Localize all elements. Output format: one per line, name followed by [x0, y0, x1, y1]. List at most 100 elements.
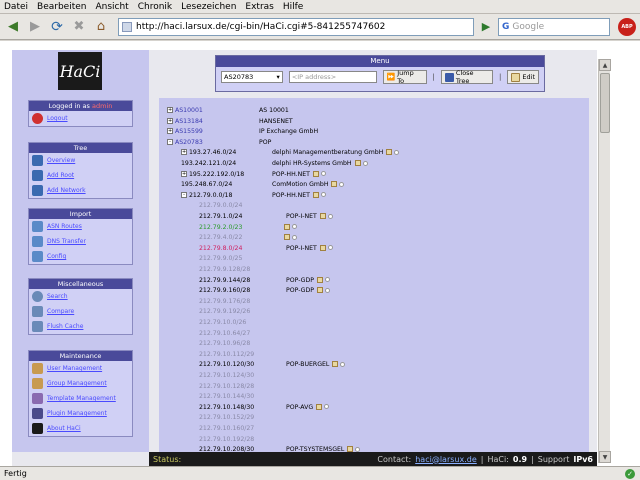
sidebar-item-plugin-management[interactable]: Plugin Management [29, 406, 132, 421]
network-label[interactable]: 212.79.9.0/25 [199, 255, 242, 262]
browser-menu-item[interactable]: Datei [4, 2, 28, 12]
tree-row[interactable]: 212.79.4.0/22 [199, 233, 242, 243]
network-label[interactable]: 212.79.4.0/22 [199, 234, 242, 241]
tree-row[interactable]: 212.79.9.176/28 [199, 297, 250, 307]
edit-network-icon[interactable] [354, 160, 361, 166]
tree-row[interactable]: 212.79.10.144/30 [199, 392, 254, 402]
network-label[interactable]: 212.79.10.192/28 [199, 436, 254, 443]
ip-address-input[interactable]: <IP address> [288, 71, 377, 83]
browser-menu-item[interactable]: Chronik [138, 2, 172, 12]
tree-row[interactable]: 212.79.1.0/24 [199, 212, 242, 222]
sidebar-item-add-root[interactable]: Add Root [29, 168, 132, 183]
network-label[interactable]: 212.79.10.96/28 [199, 340, 250, 347]
sidebar-item-config[interactable]: Config [29, 249, 132, 264]
edit-network-icon[interactable] [331, 181, 338, 188]
tree-row[interactable]: 212.79.10.208/30 [199, 445, 254, 452]
network-label[interactable]: 212.79.9.128/28 [199, 266, 250, 273]
tree-row[interactable]: 195.248.67.0/24 [181, 180, 232, 190]
stop-icon[interactable]: ✖ [70, 18, 88, 36]
sidebar-item-search[interactable]: Search [29, 289, 132, 304]
tree-row[interactable]: +193.27.46.0/24 [181, 148, 236, 158]
tree-row[interactable]: + AS15599 [167, 127, 203, 137]
tree-row[interactable]: 212.79.10.128/28 [199, 382, 254, 392]
network-label[interactable]: 195.222.192.0/18 [189, 171, 244, 178]
close-tree-button[interactable]: Close Tree [440, 69, 494, 85]
tree-row[interactable]: 212.79.10.152/29 [199, 413, 254, 423]
network-label[interactable]: AS20783 [175, 139, 203, 146]
tree-row[interactable]: -212.79.0.0/18 [181, 191, 232, 201]
tree-row[interactable]: 212.79.10.120/30 [199, 360, 254, 370]
expand-icon[interactable]: + [167, 107, 173, 113]
edit-network-icon[interactable] [284, 234, 290, 241]
adblock-icon[interactable]: ABP [618, 18, 636, 36]
network-label[interactable]: 212.79.10.112/29 [199, 351, 254, 358]
reload-icon[interactable]: ⟳ [48, 18, 66, 36]
network-label[interactable]: 212.79.10.160/27 [199, 425, 254, 432]
edit-network-icon[interactable] [319, 213, 326, 219]
expand-icon[interactable]: + [167, 117, 173, 124]
browser-menu-item[interactable]: Ansicht [95, 2, 128, 12]
tree-row[interactable]: 212.79.8.0/24 [199, 244, 242, 254]
network-label[interactable]: AS10001 [175, 107, 203, 114]
network-label[interactable]: 193.27.46.0/24 [189, 149, 236, 156]
sidebar-item-asn-routes[interactable]: ASN Routes [29, 219, 132, 234]
search-input[interactable]: G Google [498, 17, 610, 36]
network-label[interactable]: 212.79.10.148/30 [199, 404, 254, 411]
tree-row[interactable]: 212.79.2.0/23 [199, 223, 242, 233]
collapse-icon[interactable]: - [181, 191, 187, 198]
network-label[interactable]: 212.79.10.0/26 [199, 319, 246, 326]
network-label[interactable]: 212.79.9.144/28 [199, 277, 250, 284]
sidebar-item-about[interactable]: About HaCi [29, 421, 132, 436]
network-label[interactable]: AS15599 [175, 128, 203, 135]
browser-menu-item[interactable]: Lesezeichen [181, 2, 236, 12]
scroll-up-icon[interactable]: ▲ [599, 59, 611, 71]
expand-icon[interactable]: + [181, 149, 187, 156]
page-scrollbar[interactable]: ▲ ▼ [598, 59, 611, 463]
browser-menu-item[interactable]: Extras [245, 2, 273, 12]
edit-network-icon[interactable] [312, 191, 319, 198]
expand-icon[interactable]: + [167, 128, 173, 135]
sidebar-item-add-network[interactable]: Add Network [29, 183, 132, 198]
tree-row[interactable]: + AS13184 [167, 117, 203, 127]
tree-row[interactable]: 212.79.10.160/27 [199, 424, 254, 434]
sidebar-item-template-management[interactable]: Template Management [29, 391, 132, 406]
network-label[interactable]: AS13184 [175, 118, 203, 125]
tree-row[interactable]: 212.79.10.148/30 [199, 403, 254, 413]
sidebar-item-logout[interactable]: Logout [29, 111, 132, 126]
network-label[interactable]: 212.79.1.0/24 [199, 213, 242, 220]
tree-row[interactable]: - AS20783 [167, 138, 203, 148]
network-label[interactable]: 212.79.10.120/30 [199, 361, 254, 368]
collapse-icon[interactable]: - [167, 138, 173, 145]
tree-row[interactable]: 212.79.9.128/28 [199, 265, 250, 275]
network-label[interactable]: 212.79.9.160/28 [199, 287, 250, 294]
tree-row[interactable]: 193.242.121.0/24 [181, 159, 236, 169]
tree-row[interactable]: 212.79.10.192/28 [199, 435, 254, 445]
sidebar-item-compare[interactable]: Compare [29, 304, 132, 319]
tree-row[interactable]: 212.79.9.0/25 [199, 254, 242, 264]
url-bar[interactable]: http://haci.larsux.de/cgi-bin/HaCi.cgi#5… [118, 17, 474, 36]
contact-email-link[interactable]: haci@larsux.de [415, 455, 477, 464]
network-label[interactable]: 193.242.121.0/24 [181, 160, 236, 167]
tree-row[interactable]: 212.79.9.160/28 [199, 286, 250, 296]
tree-row[interactable]: 212.79.10.96/28 [199, 339, 250, 349]
edit-network-icon[interactable] [319, 244, 326, 251]
sidebar-item-flush-cache[interactable]: Flush Cache [29, 319, 132, 334]
scroll-down-icon[interactable]: ▼ [599, 451, 611, 463]
tree-row[interactable]: 212.79.10.112/29 [199, 350, 254, 360]
expand-icon[interactable]: + [181, 170, 187, 177]
network-label[interactable]: 212.79.9.192/26 [199, 308, 250, 315]
edit-network-icon[interactable] [316, 287, 323, 294]
tree-row[interactable]: 212.79.9.144/28 [199, 276, 250, 286]
sidebar-item-overview[interactable]: Overview [29, 153, 132, 168]
edit-network-icon[interactable] [386, 149, 393, 156]
edit-network-icon[interactable] [332, 361, 339, 368]
network-label[interactable]: 195.248.67.0/24 [181, 181, 232, 188]
tree-row[interactable]: 212.79.10.124/30 [199, 371, 254, 381]
edit-button[interactable]: Edit [507, 70, 539, 84]
edit-network-icon[interactable] [284, 223, 290, 230]
tree-row[interactable]: 212.79.10.64/27 [199, 329, 250, 339]
edit-network-icon[interactable] [312, 170, 319, 177]
go-arrow-icon[interactable]: ▶ [478, 19, 494, 35]
tree-row[interactable]: 212.79.9.192/26 [199, 307, 250, 317]
sidebar-item-group-management[interactable]: Group Management [29, 376, 132, 391]
